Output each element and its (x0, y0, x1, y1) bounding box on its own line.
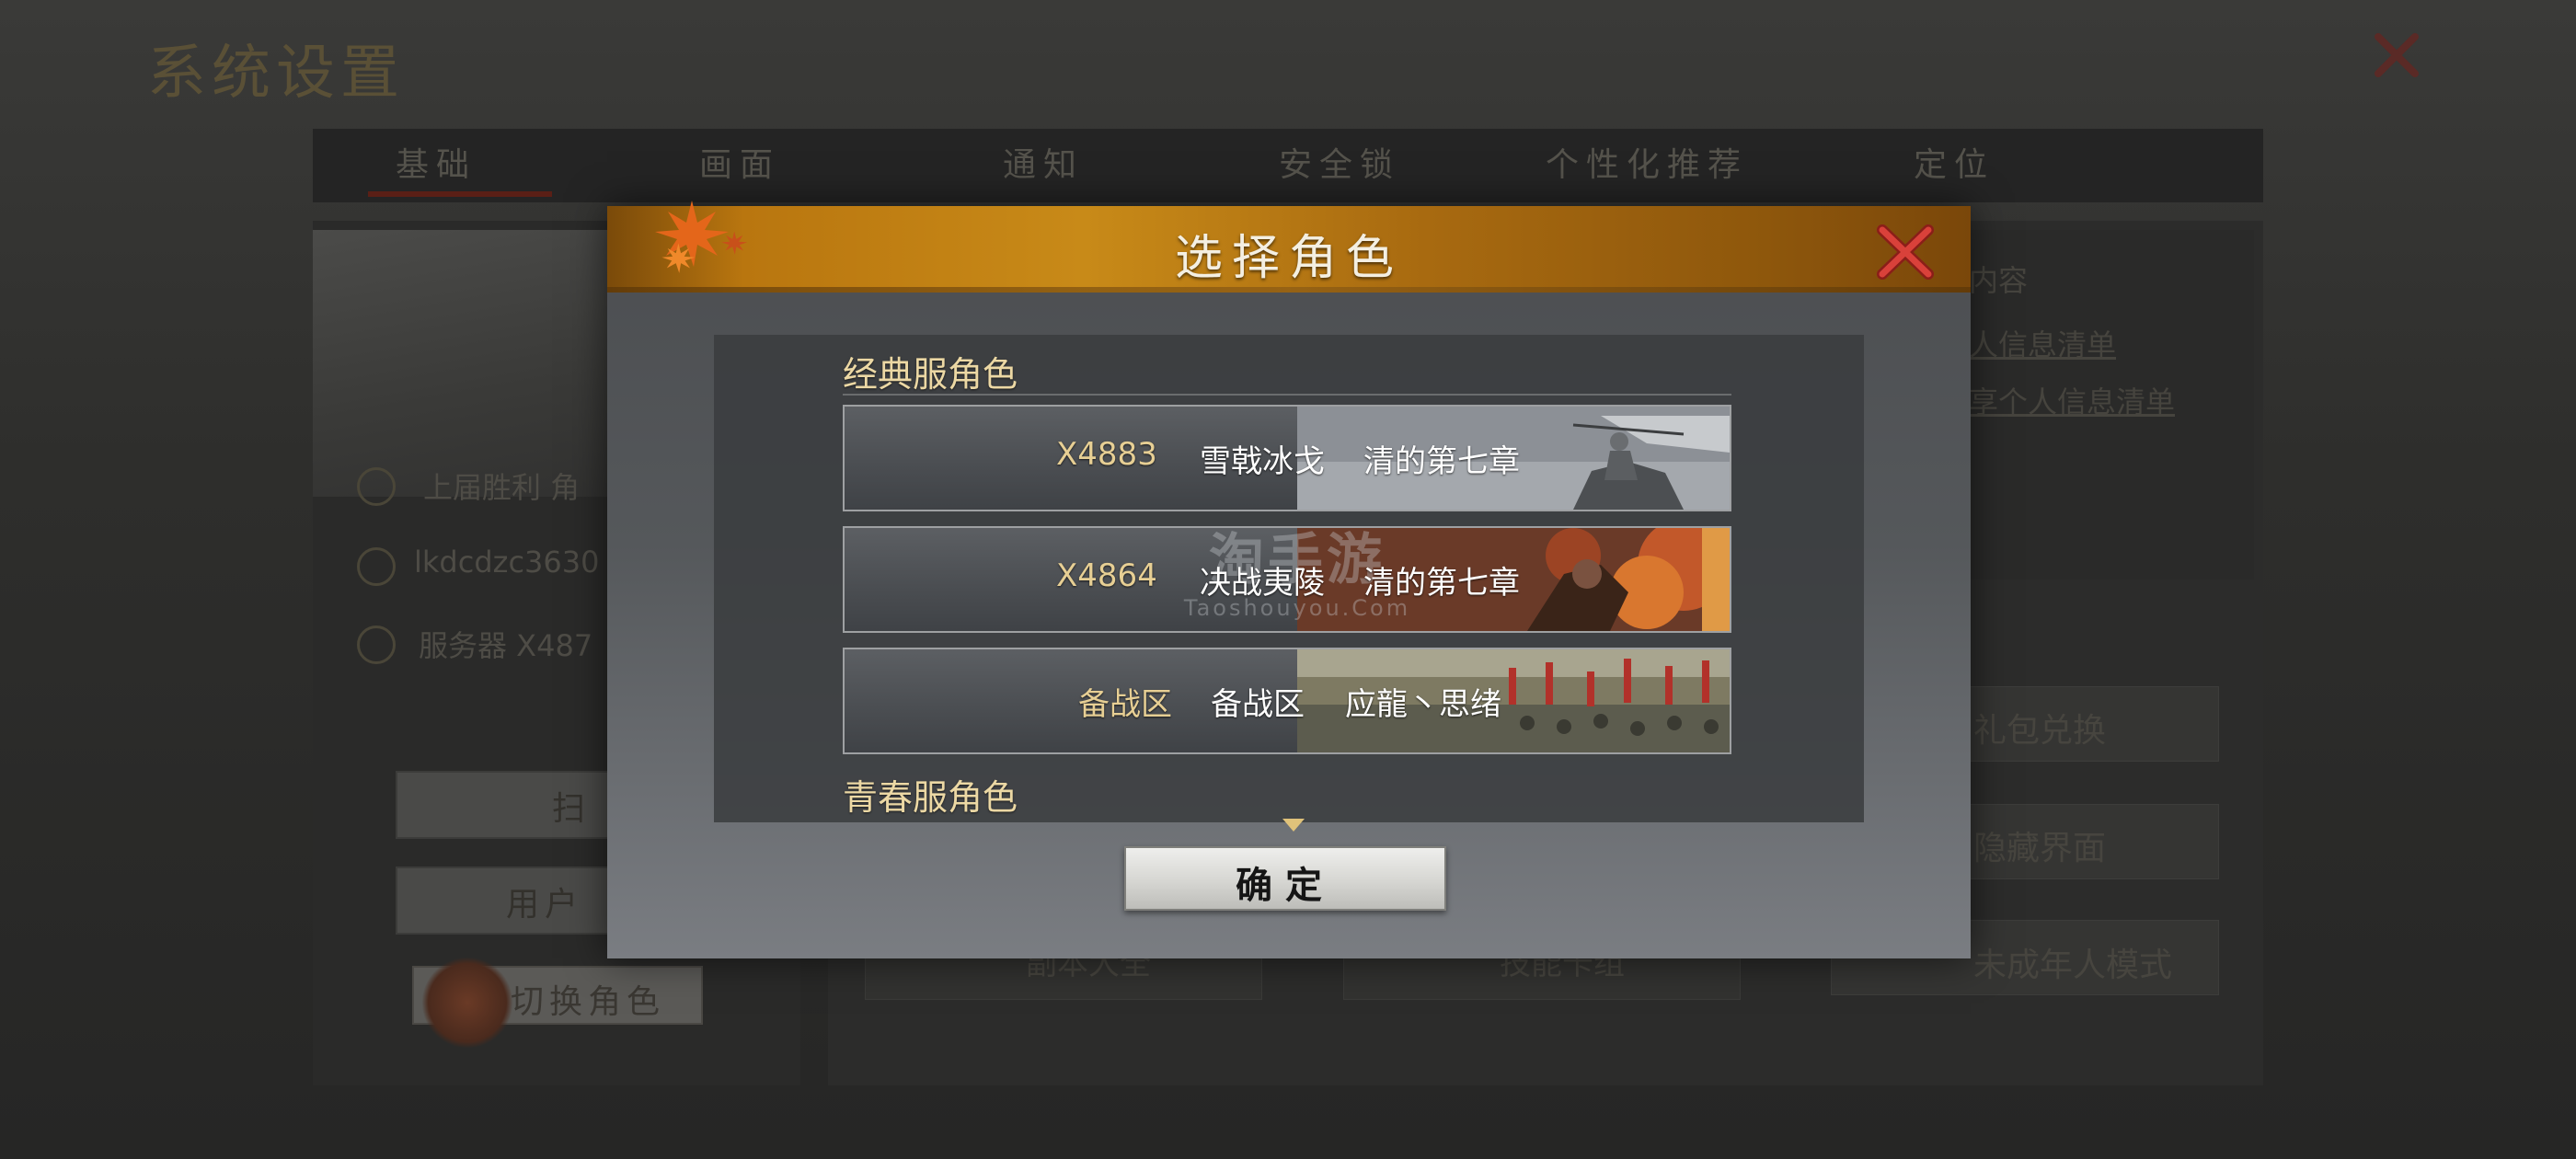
tab-graphics: 画面 (699, 146, 781, 184)
dialog-title: 选择角色 (1174, 231, 1403, 286)
tab-basic: 基础 (396, 146, 477, 184)
section-title-youth: 青春服角色 (843, 777, 1018, 818)
info-row-2: lkdcdzc3630 (414, 545, 600, 580)
confirm-button[interactable]: 确定 (1124, 846, 1446, 911)
bg-hide-ui-label: 隐藏界面 (1973, 830, 2107, 867)
section-divider (843, 394, 1731, 396)
bg-content-label: 内容 (1969, 263, 2029, 298)
zone-label: 备战区 (1211, 686, 1305, 723)
role-item-standby[interactable]: 备战区 备战区 应龍丶思绪 (843, 648, 1731, 754)
server-icon (357, 625, 396, 664)
info-row-1: 上届胜利 角 (423, 470, 581, 505)
bg-privacy-link-2: 享个人信息清单 (1969, 384, 2176, 419)
tab-location: 定位 (1914, 146, 1995, 184)
close-icon[interactable] (1875, 224, 1936, 280)
select-role-dialog: 选择角色 经典服角色 X4883 雪戟冰戈 清的第七章 X4864 决战夷陵 清… (607, 201, 1971, 958)
server-label: X4883 (1056, 436, 1157, 473)
bg-gift-label: 礼包兑换 (1973, 712, 2107, 750)
role-item-x4883[interactable]: X4883 雪戟冰戈 清的第七章 (843, 405, 1731, 511)
server-label: X4864 (1056, 557, 1157, 594)
role-item-x4864[interactable]: X4864 决战夷陵 清的第七章 (843, 526, 1731, 633)
scroll-down-arrow-icon (1282, 819, 1305, 832)
server-label: 备战区 (1078, 686, 1172, 723)
role-list[interactable]: 经典服角色 X4883 雪戟冰戈 清的第七章 X4864 决战夷陵 清的第七章 … (714, 335, 1864, 822)
settings-title: 系统设置 (147, 40, 405, 108)
bg-switch-role-label: 切换角色 (511, 983, 666, 1021)
settings-close-icon (2375, 33, 2419, 77)
section-title-classic: 经典服角色 (843, 354, 1018, 395)
role-name-label: 清的第七章 (1363, 443, 1520, 480)
info-row-3: 服务器 X487 (419, 628, 593, 663)
id-icon (357, 547, 396, 586)
role-name-label: 清的第七章 (1363, 565, 1520, 602)
tab-notification: 通知 (1003, 146, 1085, 184)
bg-switch-role-ring (421, 957, 513, 1049)
bg-minor-mode-label: 未成年人模式 (1973, 947, 2173, 984)
active-tab-underline (368, 191, 552, 197)
tab-personalized: 个性化推荐 (1546, 146, 1749, 184)
tab-security-lock: 安全锁 (1279, 146, 1401, 184)
zone-label: 决战夷陵 (1200, 565, 1325, 602)
role-name-label: 应龍丶思绪 (1345, 686, 1501, 723)
bg-privacy-link-1: 人信息清单 (1969, 327, 2117, 362)
zone-label: 雪戟冰戈 (1200, 443, 1325, 480)
dialog-header: 选择角色 (607, 201, 1971, 293)
bg-user-label: 用户 (506, 886, 584, 924)
info-icon (357, 467, 396, 506)
confirm-label: 确定 (1236, 864, 1335, 907)
bg-scan-label: 扫 (552, 790, 592, 828)
